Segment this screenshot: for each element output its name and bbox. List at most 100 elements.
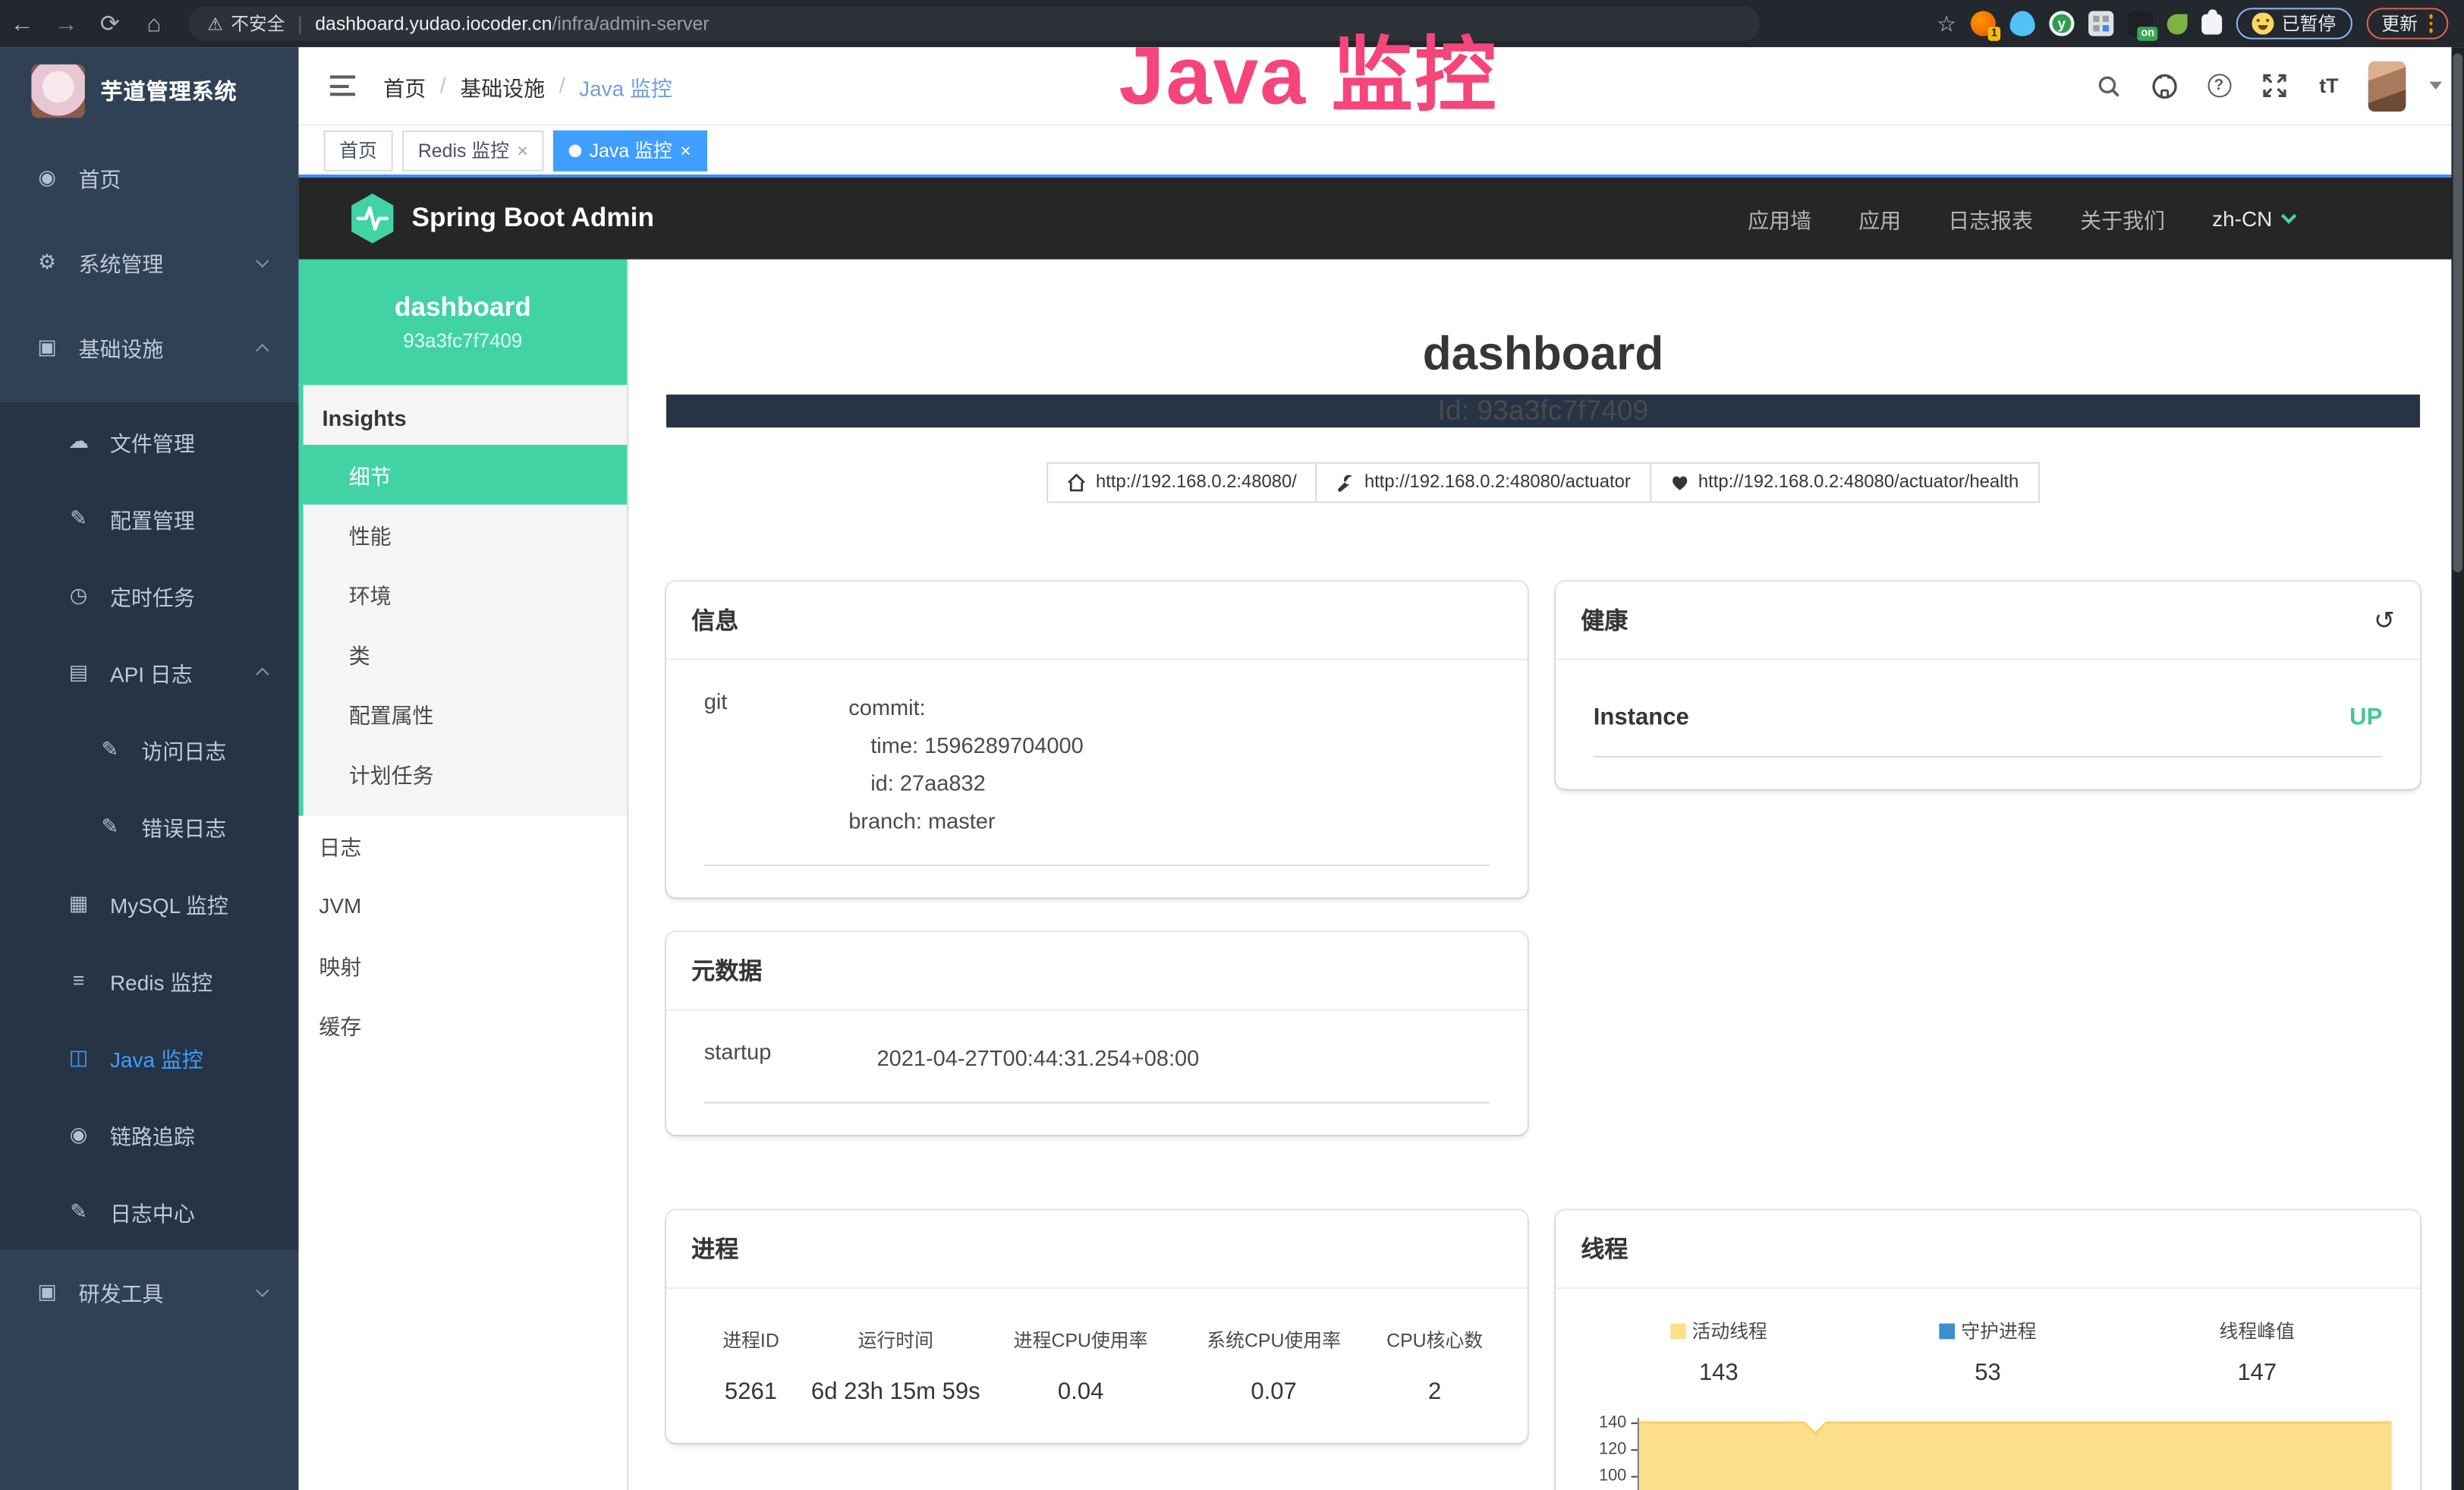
legend-swatch-blue [1939, 1323, 1955, 1339]
screen-icon: ◫ [66, 1044, 91, 1069]
actuator-url-link[interactable]: http://192.168.0.2:48080/actuator [1317, 462, 1651, 503]
infra-submenu: ☁ 文件管理 ✎ 配置管理 ◷ 定时任务 ▤ API 日志 ✎ 访问日志 ✎ [0, 402, 298, 1249]
sidebar-item-java-monitor[interactable]: ◫ Java 监控 [0, 1019, 298, 1095]
avatar-caret-icon[interactable] [2429, 82, 2442, 90]
timer-icon: ◷ [66, 582, 91, 607]
sidebar-item-mappings[interactable]: 映射 [298, 935, 627, 995]
user-avatar[interactable] [2368, 61, 2406, 111]
sidebar-item-devtools[interactable]: ▣ 研发工具 [0, 1249, 298, 1334]
chevron-down-icon [256, 254, 269, 267]
extension-icon-2[interactable] [2010, 11, 2035, 36]
threads-card: 线程 活动线程 143 守护进程 53 线程峰值 147 [1556, 1211, 2420, 1490]
nav-journal[interactable]: 日志报表 [1948, 203, 2033, 234]
instance-id: 93a3fc7f7409 [403, 330, 522, 352]
sidebar-item-environment[interactable]: 环境 [304, 564, 628, 624]
sidebar-item-infra[interactable]: ▣ 基础设施 [0, 305, 298, 390]
locale-select[interactable]: zh-CN [2212, 206, 2294, 230]
address-bar[interactable]: ⚠ 不安全 | dashboard.yudao.iocoder.cn /infr… [188, 6, 1760, 41]
sidebar-item-caches[interactable]: 缓存 [298, 995, 627, 1055]
scrollbar[interactable] [2451, 47, 2464, 1490]
health-row-instance: Instance UP [1594, 688, 2383, 758]
sba-brand-title: Spring Boot Admin [412, 203, 654, 234]
sidebar-item-scheduled-tasks[interactable]: 计划任务 [304, 743, 628, 803]
update-button[interactable]: 更新 [2366, 8, 2449, 39]
sidebar-item-classes[interactable]: 类 [304, 624, 628, 684]
cards-grid: 信息 git commit: time: 1596289704000 id: 2… [666, 581, 2420, 1490]
nav-applications[interactable]: 应用 [1858, 203, 1901, 234]
sidebar-item-config[interactable]: ✎ 配置管理 [0, 480, 298, 556]
info-card: 信息 git commit: time: 1596289704000 id: 2… [666, 581, 1528, 897]
sidebar-item-system[interactable]: ⚙ 系统管理 [0, 220, 298, 305]
insights-group: Insights 细节 性能 环境 类 配置属性 计划任务 [298, 385, 627, 815]
sba-logo[interactable]: Spring Boot Admin [349, 192, 654, 245]
app-title: 芋道管理系统 [101, 75, 238, 106]
sidebar-item-log-center[interactable]: ✎ 日志中心 [0, 1173, 298, 1249]
breadcrumb-current: Java 监控 [579, 70, 672, 101]
sidebar-item-api-log[interactable]: ▤ API 日志 [0, 634, 298, 710]
instance-header[interactable]: dashboard 93a3fc7f7409 [298, 260, 627, 386]
tab-java-monitor[interactable]: Java 监控 × [553, 130, 706, 171]
extension-icon-5[interactable]: on [2128, 11, 2153, 36]
sidebar-item-configprops[interactable]: 配置属性 [304, 684, 628, 744]
card-title: 元数据 [666, 932, 1528, 1011]
sidebar-item-details[interactable]: 细节 [304, 445, 628, 505]
log-icon: ▤ [66, 660, 91, 685]
service-url-link[interactable]: http://192.168.0.2:48080/ [1047, 462, 1317, 503]
breadcrumb-infra[interactable]: 基础设施 [460, 70, 545, 101]
nav-wallboard[interactable]: 应用墙 [1748, 203, 1811, 234]
sidebar-item-jvm[interactable]: JVM [298, 875, 627, 935]
bookmark-star-icon[interactable]: ☆ [1937, 10, 1956, 36]
breadcrumb-home[interactable]: 首页 [383, 70, 426, 101]
github-icon[interactable] [2148, 70, 2179, 101]
browser-actions: ☆ 1 y on 已暂停 更新 [1937, 8, 2464, 39]
font-size-icon[interactable]: tT [2313, 70, 2344, 101]
page-title: dashboard [666, 329, 2420, 382]
url-path: /infra/admin-server [552, 13, 709, 35]
sidebar-item-redis[interactable]: ≡ Redis 监控 [0, 941, 298, 1018]
health-url-link[interactable]: http://192.168.0.2:48080/actuator/health [1651, 462, 2039, 503]
chevron-down-icon [2281, 207, 2296, 222]
close-icon[interactable]: × [517, 139, 528, 161]
home-icon[interactable]: ⌂ [132, 10, 176, 36]
menu-kebab-icon[interactable] [2428, 14, 2432, 33]
sidebar-item-access-log[interactable]: ✎ 访问日志 [0, 710, 298, 787]
fullscreen-icon[interactable] [2258, 70, 2289, 101]
extension-icon-1[interactable]: 1 [1971, 11, 1996, 36]
history-icon[interactable]: ↺ [2374, 604, 2395, 635]
edit-icon: ✎ [97, 736, 122, 761]
help-icon[interactable]: ? [2203, 70, 2234, 101]
sidebar-item-tracing[interactable]: ◉ 链路追踪 [0, 1095, 298, 1172]
nav-about[interactable]: 关于我们 [2080, 203, 2165, 234]
app-logo-row[interactable]: 芋道管理系统 [0, 47, 298, 135]
extensions-puzzle-icon[interactable] [2201, 14, 2222, 34]
extension-icon-3[interactable]: y [2049, 11, 2074, 36]
reload-icon[interactable]: ⟳ [88, 9, 132, 37]
tab-home[interactable]: 首页 [324, 130, 393, 171]
back-icon[interactable]: ← [0, 10, 44, 36]
chevron-up-icon [256, 343, 269, 357]
sidebar-toggle-icon[interactable] [324, 69, 362, 102]
extension-icon-6[interactable] [2167, 14, 2188, 34]
page-subtitle: Id: 93a3fc7f7409 [666, 395, 2420, 427]
sidebar-item-metrics[interactable]: 性能 [304, 505, 628, 565]
tab-redis-monitor[interactable]: Redis 监控 × [402, 130, 543, 171]
admin-header: 首页 / 基础设施 / Java 监控 ? tT [298, 47, 2464, 126]
area-chart [1638, 1418, 2392, 1490]
paused-badge[interactable]: 已暂停 [2236, 8, 2352, 39]
close-icon[interactable]: × [680, 139, 691, 161]
forward-icon[interactable]: → [44, 10, 88, 36]
sidebar-item-files[interactable]: ☁ 文件管理 [0, 402, 298, 479]
card-title: 信息 [666, 581, 1528, 660]
sidebar-item-error-log[interactable]: ✎ 错误日志 [0, 787, 298, 864]
heart-icon [1670, 473, 1689, 492]
search-icon[interactable] [2093, 70, 2124, 101]
scrollbar-thumb[interactable] [2453, 53, 2462, 572]
sidebar-item-jobs[interactable]: ◷ 定时任务 [0, 556, 298, 633]
sidebar-item-mysql[interactable]: ▦ MySQL 监控 [0, 865, 298, 941]
sidebar-item-logfile[interactable]: 日志 [298, 816, 627, 876]
security-label[interactable]: 不安全 [231, 11, 285, 36]
extension-icon-4[interactable] [2088, 11, 2113, 36]
cloud-icon: ☁ [66, 428, 91, 453]
legend-daemon-threads: 守护进程 53 [1853, 1317, 2123, 1386]
sidebar-item-home[interactable]: ◉ 首页 [0, 135, 298, 220]
